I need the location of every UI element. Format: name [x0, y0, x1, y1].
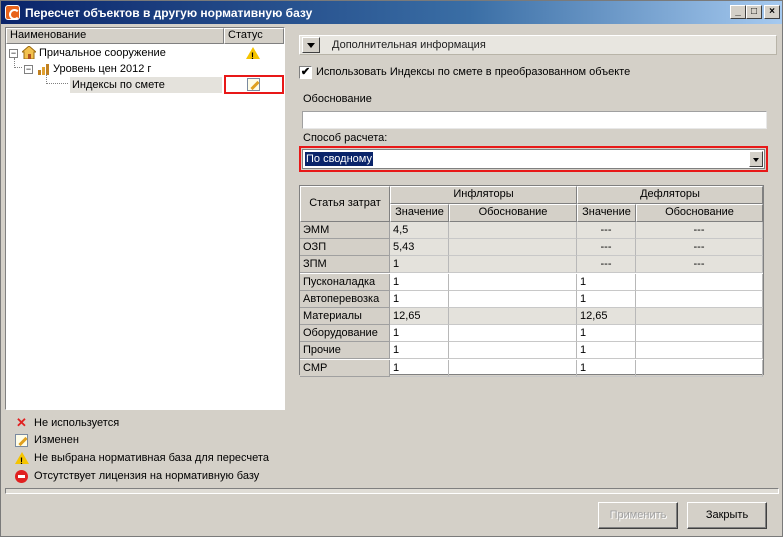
grid-cell[interactable]: [636, 325, 763, 343]
grid-cell[interactable]: 5,43: [390, 239, 449, 257]
col-header-article[interactable]: Статья затрат: [300, 186, 390, 222]
collapse-toggle-icon[interactable]: −: [24, 65, 33, 74]
grid-cell[interactable]: [449, 256, 577, 274]
grid-row-label: Пусконаладка: [300, 273, 390, 291]
grid-cell[interactable]: [449, 222, 577, 239]
object-tree[interactable]: Наименование Статус − Причальное сооруже…: [5, 27, 285, 410]
grid-cell[interactable]: [449, 325, 577, 343]
grid-row-label: Оборудование: [300, 325, 390, 343]
grid-cell[interactable]: 1: [390, 290, 449, 308]
tree-node-label: Причальное сооружение: [39, 47, 166, 59]
calc-method-value: По сводному: [304, 151, 374, 167]
grid-cell[interactable]: [636, 359, 763, 377]
grid-cell[interactable]: [449, 290, 577, 308]
splitter-bar[interactable]: [5, 488, 779, 494]
legend-label: Изменен: [34, 434, 79, 446]
grid-cell[interactable]: 1: [577, 273, 636, 291]
tree-connector: [46, 74, 68, 84]
warning-icon: [15, 452, 29, 469]
grid-cell[interactable]: [636, 290, 763, 308]
close-window-button[interactable]: ×: [764, 5, 780, 19]
col-header-inf-justification[interactable]: Обоснование: [449, 204, 577, 222]
grid-cell[interactable]: 1: [577, 290, 636, 308]
grid-cell[interactable]: 1: [577, 359, 636, 377]
col-header-def-value[interactable]: Значение: [577, 204, 636, 222]
grid-cell[interactable]: 1: [577, 342, 636, 360]
grid-cell[interactable]: [636, 308, 763, 325]
collapse-arrow-icon[interactable]: [302, 37, 320, 53]
recalc-dialog: Пересчет объектов в другую нормативную б…: [0, 0, 783, 537]
maximize-button[interactable]: □: [746, 5, 762, 19]
legend-label: Не выбрана нормативная база для пересчет…: [34, 452, 269, 464]
grid-row-label: СМР: [300, 359, 390, 377]
use-indexes-checkbox[interactable]: ✔: [299, 66, 312, 79]
grid-cell[interactable]: [636, 342, 763, 360]
close-button[interactable]: Закрыть: [687, 502, 767, 529]
use-indexes-label[interactable]: Использовать Индексы по смете в преобраз…: [316, 66, 630, 78]
grid-row-label: Прочие: [300, 342, 390, 360]
window-title: Пересчет объектов в другую нормативную б…: [25, 6, 313, 20]
additional-info-header[interactable]: Дополнительная информация: [299, 35, 777, 55]
details-panel: Дополнительная информация ✔ Использовать…: [292, 27, 778, 485]
grid-row-label: ЭММ: [300, 222, 390, 239]
method-label: Способ расчета:: [303, 132, 388, 144]
app-logo-icon: [5, 5, 20, 20]
column-name-header[interactable]: Наименование: [6, 28, 224, 44]
house-icon: [22, 46, 36, 59]
minimize-button[interactable]: _: [730, 5, 746, 19]
grid-cell[interactable]: ---: [636, 222, 763, 239]
indexes-grid[interactable]: Статья затрат Инфляторы Дефляторы Значен…: [299, 185, 764, 377]
col-header-inf-value[interactable]: Значение: [390, 204, 449, 222]
grid-cell[interactable]: ---: [577, 239, 636, 257]
tree-node-label: Индексы по смете: [72, 79, 165, 91]
grid-cell[interactable]: 1: [390, 256, 449, 274]
dropdown-arrow-icon[interactable]: [749, 151, 763, 167]
calc-method-select[interactable]: По сводному: [302, 149, 765, 169]
grid-cell[interactable]: ---: [577, 222, 636, 239]
justification-label: Обоснование: [303, 93, 372, 105]
title-bar: Пересчет объектов в другую нормативную б…: [1, 1, 782, 24]
section-title: Дополнительная информация: [332, 39, 486, 51]
grid-cell[interactable]: 12,65: [577, 308, 636, 325]
grid-cell[interactable]: [449, 359, 577, 377]
group-header-deflators: Дефляторы: [577, 186, 763, 204]
grid-cell[interactable]: [449, 273, 577, 291]
grid-cell[interactable]: [449, 308, 577, 325]
grid-row-label: Материалы: [300, 308, 390, 325]
grid-cell[interactable]: 1: [390, 273, 449, 291]
grid-cell[interactable]: ---: [577, 256, 636, 274]
legend-label: Отсутствует лицензия на нормативную базу: [34, 470, 260, 482]
grid-cell[interactable]: 1: [390, 342, 449, 360]
grid-cell[interactable]: 12,65: [390, 308, 449, 325]
grid-row-label: ЗПМ: [300, 256, 390, 274]
group-header-inflators: Инфляторы: [390, 186, 577, 204]
justification-input[interactable]: [302, 111, 767, 129]
grid-row-label: Автоперевозка: [300, 290, 390, 308]
col-header-def-justification[interactable]: Обоснование: [636, 204, 763, 222]
legend-label: Не используется: [34, 417, 120, 429]
pencil-icon: [247, 78, 260, 91]
grid-row-label: ОЗП: [300, 239, 390, 257]
grid-cell[interactable]: 1: [577, 325, 636, 343]
no-entry-icon: [15, 470, 28, 483]
grid-cell[interactable]: 1: [390, 359, 449, 377]
pencil-icon: [15, 434, 28, 447]
tree-node-pier[interactable]: − Причальное сооружение: [6, 45, 284, 64]
apply-button[interactable]: Применить: [598, 502, 678, 529]
grid-cell[interactable]: ---: [636, 256, 763, 274]
grid-cell[interactable]: [449, 342, 577, 360]
x-icon: ✕: [16, 415, 27, 430]
grid-cell[interactable]: ---: [636, 239, 763, 257]
grid-cell[interactable]: 1: [390, 325, 449, 343]
grid-cell[interactable]: [636, 273, 763, 291]
tree-node-indexes[interactable]: Индексы по смете: [70, 77, 222, 93]
tree-header: Наименование Статус: [6, 28, 284, 44]
warning-icon: [246, 47, 260, 64]
grid-cell[interactable]: [449, 239, 577, 257]
grid-cell[interactable]: 4,5: [390, 222, 449, 239]
collapse-toggle-icon[interactable]: −: [9, 49, 18, 58]
column-status-header[interactable]: Статус: [224, 28, 284, 44]
